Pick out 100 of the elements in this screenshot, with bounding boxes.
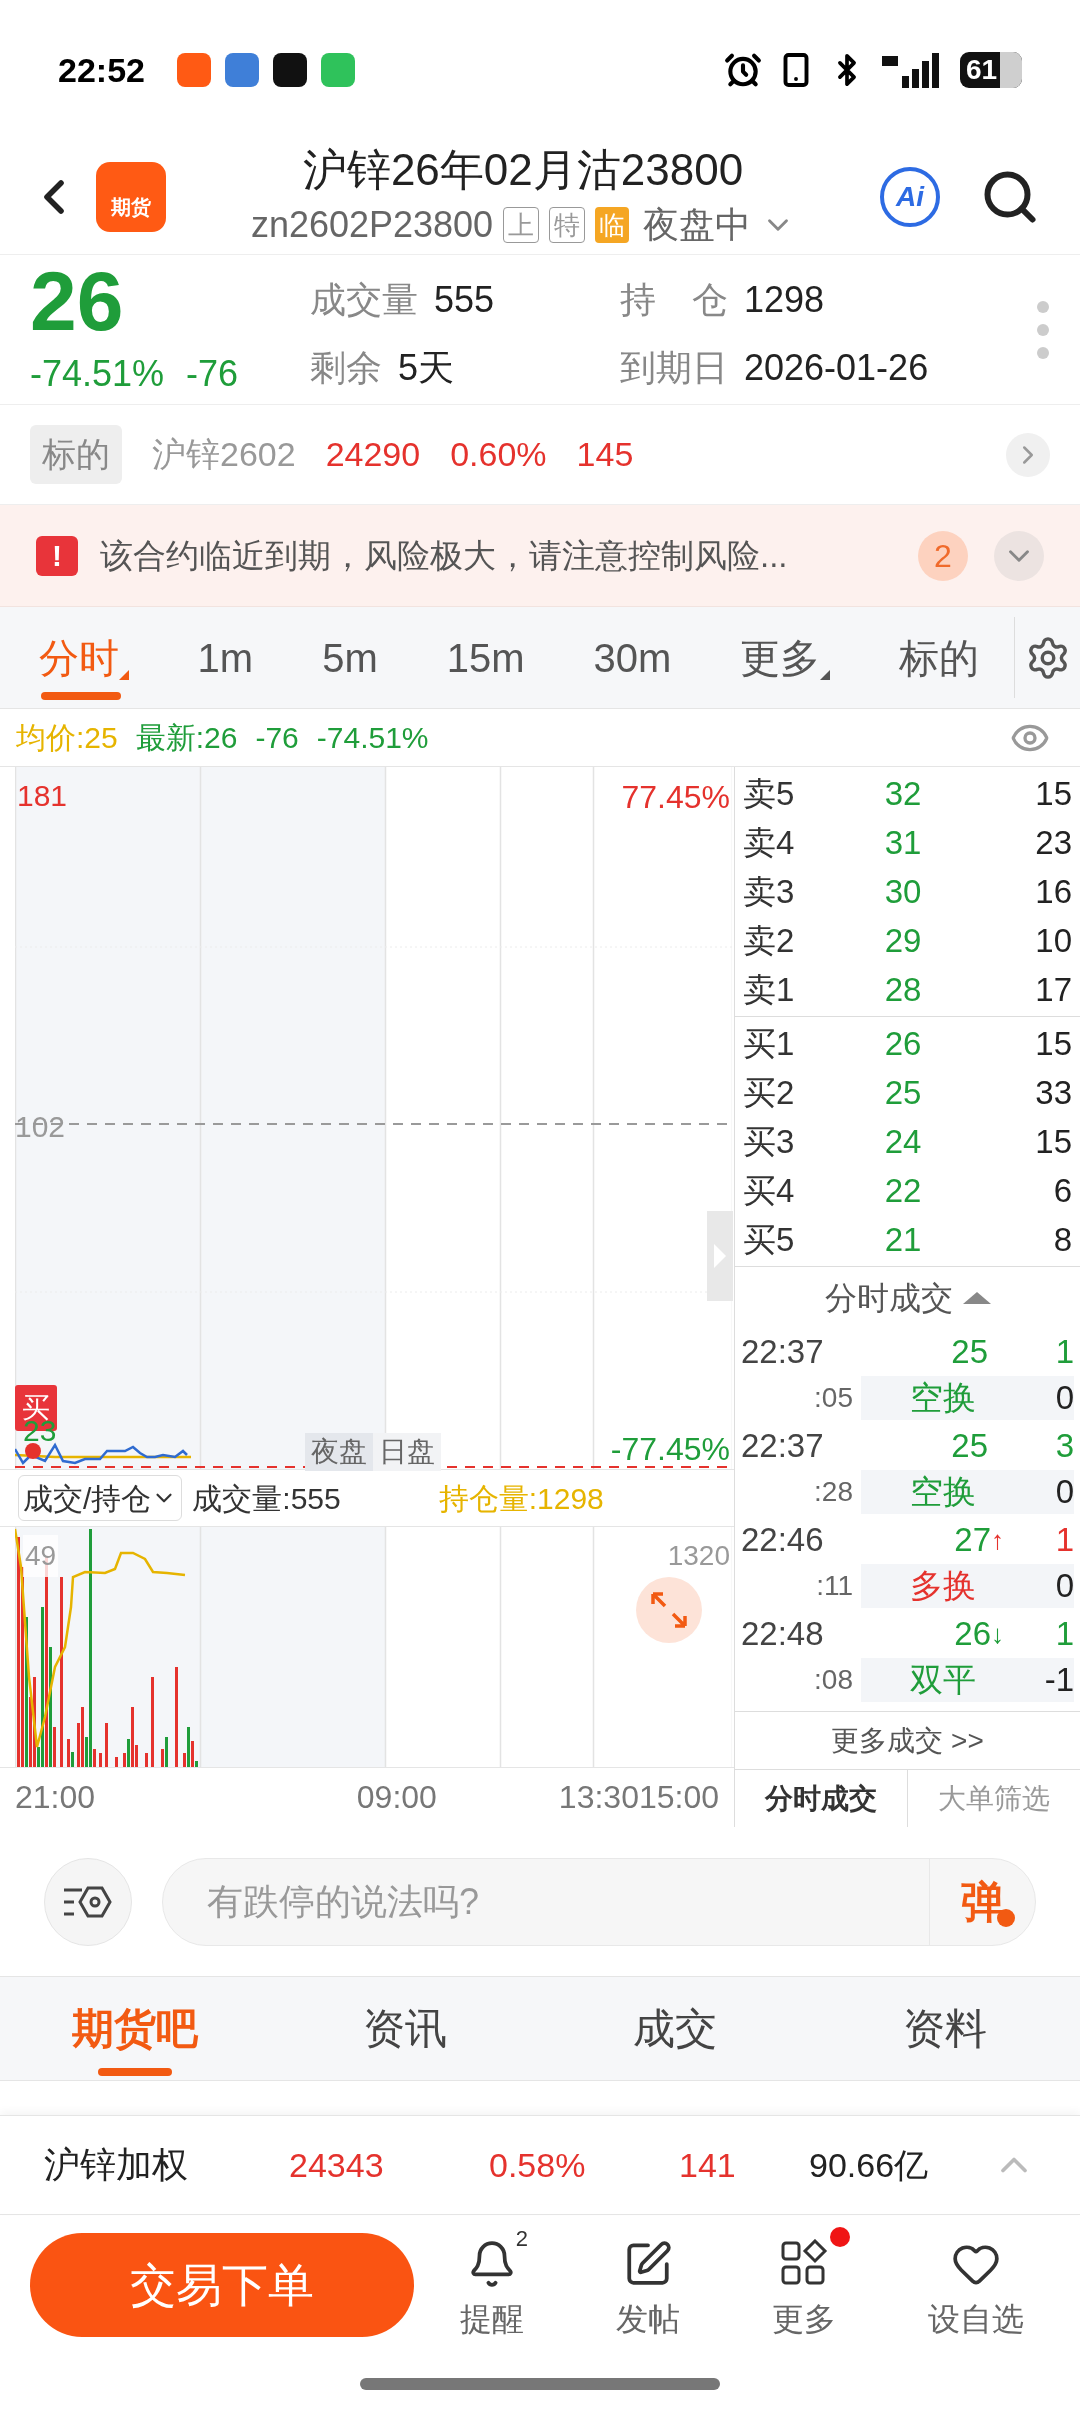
trade-type: 空换 <box>861 1470 1024 1514</box>
contract-tag: 临 <box>595 207 630 243</box>
time-label: 21:00 <box>15 1777 97 1817</box>
level-volume: 6 <box>1052 1170 1072 1211</box>
trade-type: 多换 <box>861 1564 1024 1608</box>
change-percent: -74.51% <box>30 351 165 396</box>
underlying-price: 24290 <box>325 434 421 475</box>
axis-label: 181 <box>17 778 68 814</box>
axis-label: 77.45% <box>621 778 730 817</box>
trade-time: 22:37 <box>741 1332 825 1373</box>
more-trades-link[interactable]: 更多成交 >> <box>831 1719 984 1762</box>
underlying-tag: 标的 <box>30 425 122 484</box>
oi-change: 0 <box>1024 1376 1074 1420</box>
level-price: 22 <box>883 1170 923 1211</box>
section-tab[interactable]: 资料 <box>810 1977 1080 2080</box>
stat-value: 2026-01-26 <box>744 345 929 390</box>
index-change: 141 <box>679 2144 737 2186</box>
reminder-count: 2 <box>515 2227 528 2251</box>
app-icon <box>176 53 211 87</box>
level-volume: 15 <box>1034 1023 1072 1064</box>
underlying-change: 145 <box>576 434 634 475</box>
toolbar-action[interactable]: 发帖 <box>602 2227 694 2343</box>
level-label: 买5 <box>743 1219 796 1260</box>
index-percent: 0.58% <box>489 2144 587 2186</box>
level-volume: 15 <box>1034 773 1072 814</box>
time-label: 13:30 <box>558 1777 639 1817</box>
trade-volume: 1 <box>1054 1520 1074 1561</box>
level-label: 卖5 <box>743 773 796 814</box>
session-status[interactable]: 夜盘中 <box>643 198 752 252</box>
axis-label: 49 <box>23 1535 59 1577</box>
section-tab[interactable]: 资讯 <box>270 1977 540 2080</box>
trade-time: 22:46 <box>741 1520 825 1561</box>
period-tab[interactable]: 5m <box>312 607 388 708</box>
index-price: 24343 <box>289 2144 385 2186</box>
collapse-icon[interactable] <box>962 1292 991 1304</box>
axis-label: -77.45% <box>610 1430 730 1469</box>
stat-value: 555 <box>434 277 495 322</box>
period-tab[interactable]: 标的 <box>889 607 990 708</box>
change-value: -76 <box>186 351 239 396</box>
level-price: 31 <box>883 822 923 863</box>
oi-change: 0 <box>1024 1564 1074 1608</box>
toolbar-action[interactable]: 设自选 <box>914 2227 1038 2343</box>
underlying-percent: 0.60% <box>450 434 547 475</box>
oi-change: -1 <box>1024 1658 1074 1702</box>
last-price: 26 <box>30 258 125 343</box>
indicator-dropdown[interactable]: 成交/持仓 <box>18 1475 183 1521</box>
session-tab[interactable]: 日盘 <box>373 1433 441 1471</box>
app-logo: 期货 <box>96 162 166 232</box>
trade-price: 25 <box>951 1426 988 1467</box>
level-price: 24 <box>883 1121 923 1162</box>
status-time: 22:52 <box>58 49 145 91</box>
level-label: 卖1 <box>743 969 796 1010</box>
trade-seconds: :05 <box>813 1381 854 1415</box>
toolbar-action[interactable]: 提醒 2 <box>446 2227 538 2343</box>
ai-button[interactable]: Ai <box>880 167 940 227</box>
level-label: 买2 <box>743 1072 796 1113</box>
trades-title: 分时成交 <box>824 1279 953 1318</box>
warning-icon: ! <box>36 535 78 576</box>
session-tab[interactable]: 夜盘 <box>305 1433 373 1471</box>
level-price: 21 <box>883 1219 923 1260</box>
trade-type: 双平 <box>861 1658 1024 1702</box>
trades-tab[interactable]: 分时成交 <box>735 1770 907 1827</box>
expand-arrows-icon <box>649 1590 689 1630</box>
level-label: 卖4 <box>743 822 796 863</box>
trade-seconds: :28 <box>813 1475 854 1509</box>
level-volume: 8 <box>1052 1219 1072 1260</box>
time-label: 15:00 <box>638 1777 719 1817</box>
period-tab[interactable]: 1m <box>187 607 264 708</box>
period-tab[interactable]: 30m <box>583 607 682 708</box>
level-label: 买3 <box>743 1121 796 1162</box>
trade-volume: 1 <box>1054 1614 1074 1655</box>
average-price: 均价:25 <box>16 720 118 756</box>
level-volume: 10 <box>1034 920 1072 961</box>
toolbar-action[interactable]: 更多 <box>758 2227 850 2343</box>
index-turnover: 90.66亿 <box>809 2144 929 2186</box>
stat-label: 剩余 <box>310 345 382 390</box>
expand-handle[interactable] <box>707 1211 733 1301</box>
level-volume: 17 <box>1034 969 1072 1010</box>
app-icon <box>320 53 355 87</box>
level-label: 买4 <box>743 1170 796 1211</box>
axis-label: 102 <box>15 1109 66 1145</box>
volume-reading: 成交量:555 <box>192 1480 341 1517</box>
alarm-icon <box>724 51 762 89</box>
alert-message[interactable]: 该合约临近到期，风险极大，请注意控制风险... <box>100 530 918 581</box>
chevron-right-button[interactable] <box>1006 432 1050 477</box>
trade-price: 27 <box>954 1520 991 1561</box>
time-label: 09:00 <box>356 1777 438 1817</box>
level-price: 30 <box>883 871 923 912</box>
level-volume: 23 <box>1034 822 1072 863</box>
contract-tag: 特 <box>549 207 586 243</box>
section-tab[interactable]: 成交 <box>540 1977 810 2080</box>
level-label: 买1 <box>743 1023 796 1064</box>
battery-icon: 61 <box>960 52 1022 88</box>
period-tab[interactable]: 15m <box>436 607 535 708</box>
stat-value: 1298 <box>744 277 825 322</box>
period-tab[interactable]: 更多 <box>730 607 841 708</box>
latest-price: 最新:26 <box>135 720 238 756</box>
axis-label: 1320 <box>667 1539 730 1573</box>
expand-button[interactable] <box>994 530 1044 581</box>
latest-change: -76 <box>255 720 299 756</box>
